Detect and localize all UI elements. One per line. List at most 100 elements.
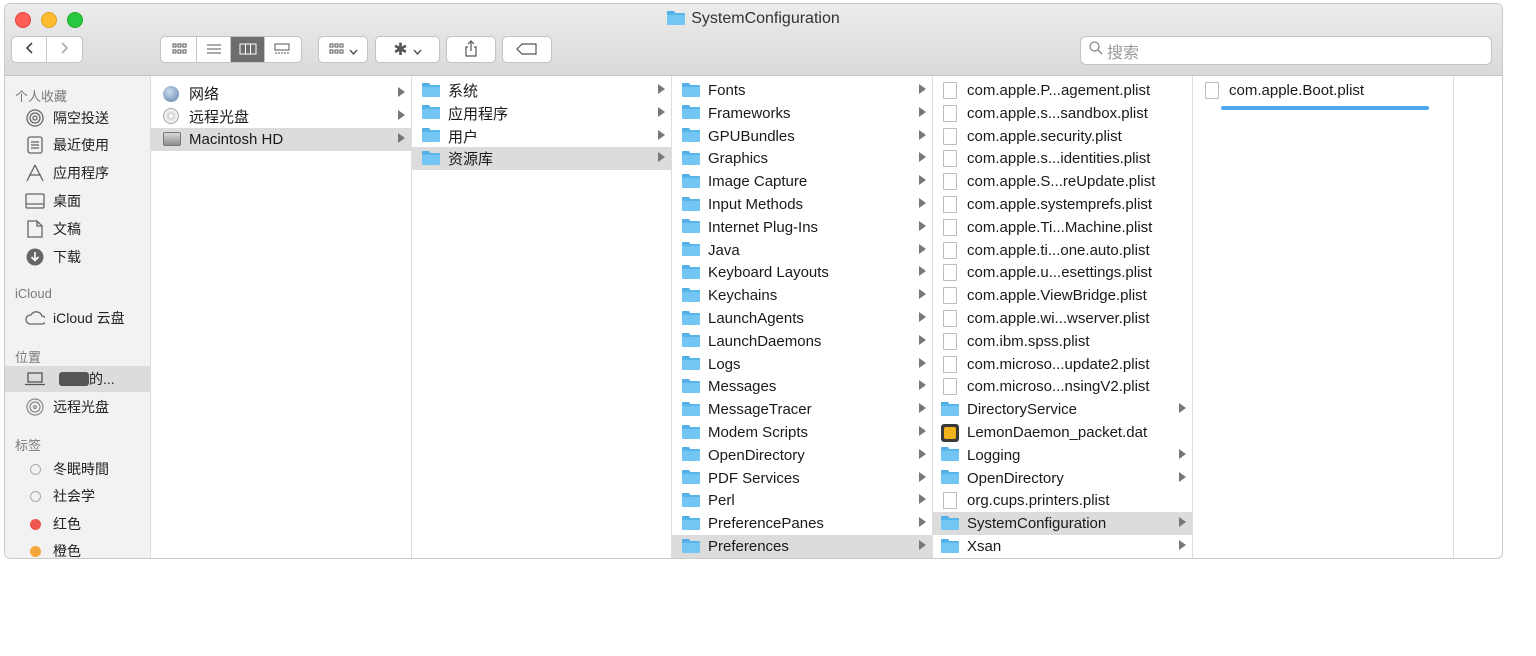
file-row[interactable]: com.apple.ViewBridge.plist: [933, 284, 1192, 307]
folder-row[interactable]: Logs: [672, 353, 932, 376]
item-label: SystemConfiguration: [967, 515, 1107, 533]
folder-row[interactable]: Fonts: [672, 79, 932, 102]
folder-row[interactable]: LaunchAgents: [672, 307, 932, 330]
folder-row[interactable]: Keyboard Layouts: [672, 261, 932, 284]
sidebar-item-airdrop[interactable]: 隔空投送: [5, 105, 150, 131]
folder-row[interactable]: LaunchDaemons: [672, 330, 932, 353]
sidebar-item-label: 的...: [89, 371, 115, 387]
disclosure-arrow-icon: [658, 129, 665, 140]
file-row[interactable]: com.apple.Ti...Machine.plist: [933, 216, 1192, 239]
folder-row[interactable]: Internet Plug-Ins: [672, 216, 932, 239]
folder-row[interactable]: Modem Scripts: [672, 421, 932, 444]
sidebar-item-recents[interactable]: 最近使用: [5, 132, 150, 158]
folder-icon: [682, 333, 700, 349]
icon-view-button[interactable]: [163, 37, 197, 62]
sidebar-item-tag-red[interactable]: 红色: [5, 511, 150, 537]
group-by-button[interactable]: [318, 36, 368, 63]
item-label: PDF Services: [708, 469, 800, 487]
gallery-view-button[interactable]: [265, 37, 299, 62]
folder-row[interactable]: Perl: [672, 489, 932, 512]
folder-row[interactable]: OpenDirectory: [933, 467, 1192, 490]
item-label: Logs: [708, 355, 741, 373]
folder-icon: [682, 196, 700, 213]
folder-row[interactable]: PDF Services: [672, 467, 932, 490]
file-row[interactable]: com.apple.u...esettings.plist: [933, 261, 1192, 284]
file-row[interactable]: com.apple.ti...one.auto.plist: [933, 239, 1192, 262]
sidebar-item-label: 远程光盘: [53, 399, 109, 415]
folder-row[interactable]: 用户: [412, 125, 671, 148]
search-field[interactable]: 搜索: [1080, 36, 1492, 65]
file-row[interactable]: com.microso...nsingV2.plist: [933, 375, 1192, 398]
share-button[interactable]: [446, 36, 496, 63]
disclosure-arrow-icon: [919, 540, 926, 550]
sidebar-item-tag[interactable]: 冬眠時間: [5, 456, 150, 482]
file-row[interactable]: LemonDaemon_packet.dat: [933, 421, 1192, 444]
forward-button[interactable]: [47, 37, 81, 62]
file-row[interactable]: com.apple.systemprefs.plist: [933, 193, 1192, 216]
folder-row[interactable]: GPUBundles: [672, 125, 932, 148]
document-icon: [943, 332, 957, 350]
folder-row[interactable]: MessageTracer: [672, 398, 932, 421]
folder-row[interactable]: 远程光盘: [151, 105, 411, 128]
folder-row[interactable]: OpenDirectory: [672, 444, 932, 467]
column-view-button[interactable]: [231, 37, 265, 62]
folder-row[interactable]: SystemConfiguration: [933, 512, 1192, 536]
folder-row[interactable]: 网络: [151, 82, 411, 105]
list-view-icon: [206, 42, 222, 58]
file-row[interactable]: com.apple.s...identities.plist: [933, 147, 1192, 170]
folder-row[interactable]: Macintosh HD: [151, 127, 411, 151]
folder-row[interactable]: Keychains: [672, 284, 932, 307]
folder-icon: [682, 356, 700, 372]
file-row[interactable]: com.apple.P...agement.plist: [933, 79, 1192, 102]
tag-icon: [516, 42, 538, 58]
file-row[interactable]: com.apple.wi...wserver.plist: [933, 307, 1192, 330]
folder-row[interactable]: Java: [672, 239, 932, 262]
chevron-down-icon: [348, 42, 358, 58]
folder-row[interactable]: Logging: [933, 444, 1192, 467]
folder-row[interactable]: Xsan: [933, 535, 1192, 558]
sidebar-item-icloud-drive[interactable]: iCloud 云盘: [5, 305, 150, 331]
sidebar-item-label: 应用程序: [53, 165, 109, 181]
file-row[interactable]: com.apple.Boot.plist: [1193, 79, 1453, 102]
sidebar-item-tag[interactable]: 社会学: [5, 483, 150, 509]
folder-icon: [682, 242, 700, 258]
item-label: Messages: [708, 378, 777, 396]
folder-row[interactable]: 应用程序: [412, 102, 671, 125]
folder-row[interactable]: Messages: [672, 375, 932, 398]
folder-icon: [682, 128, 700, 144]
folder-row[interactable]: DirectoryService: [933, 398, 1192, 421]
sidebar-item-documents[interactable]: 文稿: [5, 216, 150, 242]
sidebar-item-desktop[interactable]: 桌面: [5, 188, 150, 214]
sidebar-item-downloads[interactable]: 下载: [5, 244, 150, 270]
file-row[interactable]: com.apple.s...sandbox.plist: [933, 102, 1192, 125]
edit-tags-button[interactable]: [502, 36, 552, 63]
item-label: LemonDaemon_packet.dat: [967, 424, 1148, 441]
file-row[interactable]: com.ibm.spss.plist: [933, 330, 1192, 353]
disclosure-arrow-icon: [398, 87, 405, 97]
document-icon: [943, 492, 957, 510]
folder-row[interactable]: 资源库: [412, 147, 671, 171]
file-row[interactable]: com.apple.S...reUpdate.plist: [933, 170, 1192, 193]
item-label: com.microso...nsingV2.plist: [967, 378, 1150, 396]
file-row[interactable]: com.microso...update2.plist: [933, 353, 1192, 376]
folder-row[interactable]: PreferencePanes: [672, 512, 932, 535]
back-button[interactable]: [13, 37, 47, 62]
item-label: com.apple.P...agement.plist: [967, 82, 1151, 99]
sidebar-item-remote-disc[interactable]: 远程光盘: [5, 394, 150, 420]
folder-row[interactable]: Image Capture: [672, 170, 932, 193]
window-title-text: SystemConfiguration: [691, 10, 840, 27]
folder-icon: [682, 470, 700, 486]
folder-row[interactable]: Graphics: [672, 147, 932, 170]
folder-row[interactable]: 系统: [412, 79, 671, 102]
list-view-button[interactable]: [197, 37, 231, 62]
file-row[interactable]: org.cups.printers.plist: [933, 489, 1192, 512]
sidebar-item-tag-orange[interactable]: 橙色: [5, 538, 150, 558]
sidebar-item-this-mac[interactable]: 的...: [5, 366, 150, 392]
folder-row[interactable]: Input Methods: [672, 193, 932, 216]
folder-row[interactable]: Frameworks: [672, 102, 932, 125]
file-row[interactable]: com.apple.security.plist: [933, 125, 1192, 148]
item-label: 应用程序: [448, 105, 509, 123]
folder-row[interactable]: Preferences: [672, 535, 932, 558]
action-menu-button[interactable]: ✱: [375, 36, 440, 63]
sidebar-item-applications[interactable]: 应用程序: [5, 160, 150, 186]
